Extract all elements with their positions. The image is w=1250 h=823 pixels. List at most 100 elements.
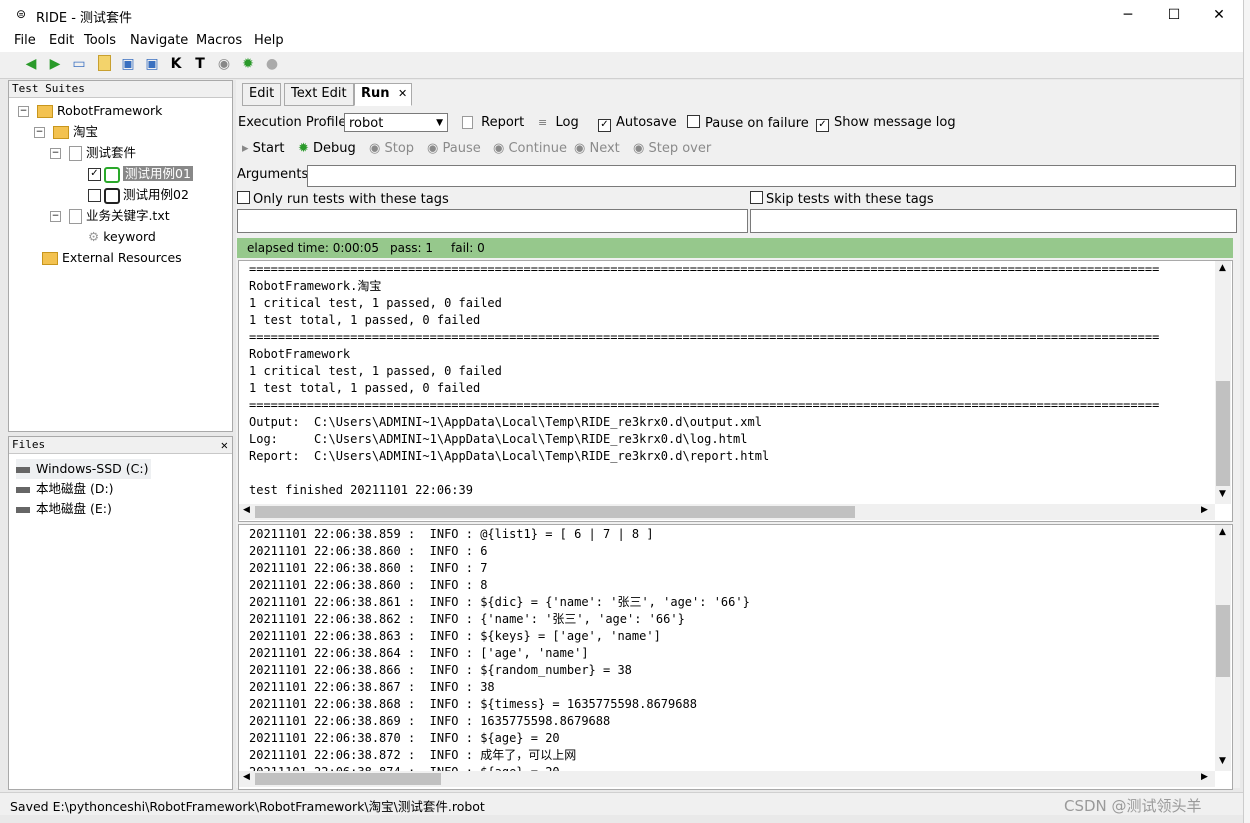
tab-run[interactable]: Run ✕ (354, 83, 412, 106)
scroll-right-icon[interactable]: ▶ (1201, 505, 1208, 515)
report-button[interactable]: Report (462, 115, 524, 130)
keyword-search-icon[interactable]: K (167, 55, 185, 73)
log-hscroll[interactable]: ◀ ▶ (239, 771, 1215, 787)
tree-item-taobao[interactable]: − 淘宝 (34, 122, 98, 142)
drive-d[interactable]: 本地磁盘 (D:) (16, 479, 114, 499)
step-over-button[interactable]: ◉ Step over (633, 141, 711, 156)
output-hscroll-thumb[interactable] (255, 506, 855, 518)
files-close-icon[interactable]: ✕ (221, 437, 228, 453)
title-bar (0, 0, 1243, 30)
menu-edit[interactable]: Edit (49, 33, 74, 48)
debug-icon[interactable]: ✹ (239, 55, 257, 73)
stop-icon[interactable]: ● (263, 55, 281, 73)
watermark: CSDN @测试领头羊 (1064, 797, 1202, 815)
tab-close-icon[interactable]: ✕ (398, 84, 407, 104)
run-icon[interactable]: ◉ (215, 55, 233, 73)
forward-icon[interactable]: ▶ (46, 55, 64, 73)
tree-item-business-keywords[interactable]: − 业务关键字.txt (50, 206, 170, 226)
minimize-button[interactable]: ─ (1105, 0, 1151, 30)
app-icon: ⊜ (16, 7, 27, 21)
folder-icon (42, 252, 58, 265)
new-file-icon[interactable] (95, 55, 113, 73)
open-dir-icon[interactable]: ▭ (70, 55, 88, 73)
drive-c[interactable]: Windows-SSD (C:) (16, 459, 152, 479)
test-search-icon[interactable]: T (191, 55, 209, 73)
run-status-bar: elapsed time: 0:00:05 pass: 1 fail: 0 (237, 238, 1233, 258)
only-run-tags-checkbox[interactable]: Only run tests with these tags (237, 191, 449, 207)
tree-item-testcase-01[interactable]: ✓ 测试用例01 (88, 164, 193, 184)
back-icon[interactable]: ◀ (22, 55, 40, 73)
pause-on-failure-checkbox[interactable]: Pause on failure (687, 115, 809, 131)
scroll-right-icon[interactable]: ▶ (1201, 772, 1208, 782)
log-button[interactable]: ≡ Log (538, 115, 579, 130)
output-vscroll[interactable]: ▲ ▼ (1215, 261, 1231, 504)
tree-item-test-suite[interactable]: − 测试套件 (50, 143, 136, 163)
checkbox-unchecked[interactable] (687, 115, 700, 128)
next-icon: ◉ (574, 141, 586, 156)
output-line: Log: C:\Users\ADMINI~1\AppData\Local\Tem… (249, 432, 748, 446)
output-console[interactable]: ========================================… (238, 260, 1233, 522)
log-vscroll[interactable]: ▲ ▼ (1215, 525, 1231, 771)
scroll-up-icon[interactable]: ▲ (1219, 527, 1226, 537)
background-window-edge (1243, 0, 1250, 823)
log-line: 20211101 22:06:38.869 : INFO : 163577559… (249, 714, 611, 728)
log-hscroll-thumb[interactable] (255, 773, 441, 785)
pause-button[interactable]: ◉ Pause (427, 141, 481, 156)
output-line: ========================================… (249, 330, 1160, 344)
collapse-icon[interactable]: − (34, 127, 45, 138)
menu-tools[interactable]: Tools (84, 33, 116, 48)
checkbox-checked[interactable]: ✓ (816, 119, 829, 132)
scroll-down-icon[interactable]: ▼ (1219, 489, 1226, 499)
checkbox-unchecked[interactable] (750, 191, 763, 204)
collapse-icon[interactable]: − (50, 211, 61, 222)
scroll-up-icon[interactable]: ▲ (1219, 263, 1226, 273)
menu-file[interactable]: File (14, 33, 36, 48)
report-icon (462, 116, 473, 129)
debug-button[interactable]: ✹ Debug (298, 141, 356, 156)
scroll-left-icon[interactable]: ◀ (243, 505, 250, 515)
testcase-01-checkbox[interactable]: ✓ (88, 168, 101, 181)
checkbox-unchecked[interactable] (237, 191, 250, 204)
menu-macros[interactable]: Macros (196, 33, 242, 48)
collapse-icon[interactable]: − (18, 106, 29, 117)
menu-help[interactable]: Help (254, 33, 284, 48)
drive-e[interactable]: 本地磁盘 (E:) (16, 499, 112, 519)
save-icon[interactable]: ▣ (119, 55, 137, 73)
maximize-button[interactable]: ☐ (1151, 0, 1197, 30)
file-icon (68, 146, 82, 161)
tab-text-edit[interactable]: Text Edit (284, 83, 354, 106)
scroll-left-icon[interactable]: ◀ (243, 772, 250, 782)
include-tags-input[interactable] (237, 209, 748, 233)
testcase-02-checkbox[interactable] (88, 189, 101, 202)
stop-button[interactable]: ◉ Stop (369, 141, 414, 156)
tree-item-testcase-02[interactable]: 测试用例02 (88, 185, 189, 205)
close-window-button[interactable]: ✕ (1196, 0, 1242, 30)
show-message-log-checkbox[interactable]: ✓ Show message log (816, 115, 956, 132)
continue-button[interactable]: ◉ Continue (493, 141, 567, 156)
menu-navigate[interactable]: Navigate (130, 33, 188, 48)
folder-icon (36, 105, 53, 118)
log-line: 20211101 22:06:38.860 : INFO : 8 (249, 578, 488, 592)
next-button[interactable]: ◉ Next (574, 141, 620, 156)
tree-item-robotframework[interactable]: − RobotFramework (18, 101, 162, 121)
skip-tags-checkbox[interactable]: Skip tests with these tags (750, 191, 934, 207)
checkbox-checked[interactable]: ✓ (598, 119, 611, 132)
exclude-tags-input[interactable] (750, 209, 1237, 233)
log-vscroll-thumb[interactable] (1216, 605, 1230, 677)
execution-profile-select[interactable]: robot ▼ (344, 113, 448, 132)
tree-item-keyword[interactable]: ⚙ keyword (88, 227, 156, 247)
log-text: 20211101 22:06:38.859 : INFO : @{list1} … (249, 526, 1215, 773)
autosave-checkbox[interactable]: ✓ Autosave (598, 115, 677, 132)
output-hscroll[interactable]: ◀ ▶ (239, 504, 1215, 520)
folder-icon (52, 126, 69, 139)
tree-item-external-resources[interactable]: External Resources (42, 248, 182, 268)
log-line: 20211101 22:06:38.866 : INFO : ${random_… (249, 663, 632, 677)
save-all-icon[interactable]: ▣ (143, 55, 161, 73)
tab-edit[interactable]: Edit (242, 83, 282, 106)
output-vscroll-thumb[interactable] (1216, 381, 1230, 486)
collapse-icon[interactable]: − (50, 148, 61, 159)
arguments-input[interactable] (307, 165, 1236, 187)
start-button[interactable]: ▸ Start (242, 141, 284, 156)
message-log[interactable]: 20211101 22:06:38.859 : INFO : @{list1} … (238, 524, 1233, 790)
scroll-down-icon[interactable]: ▼ (1219, 756, 1226, 766)
